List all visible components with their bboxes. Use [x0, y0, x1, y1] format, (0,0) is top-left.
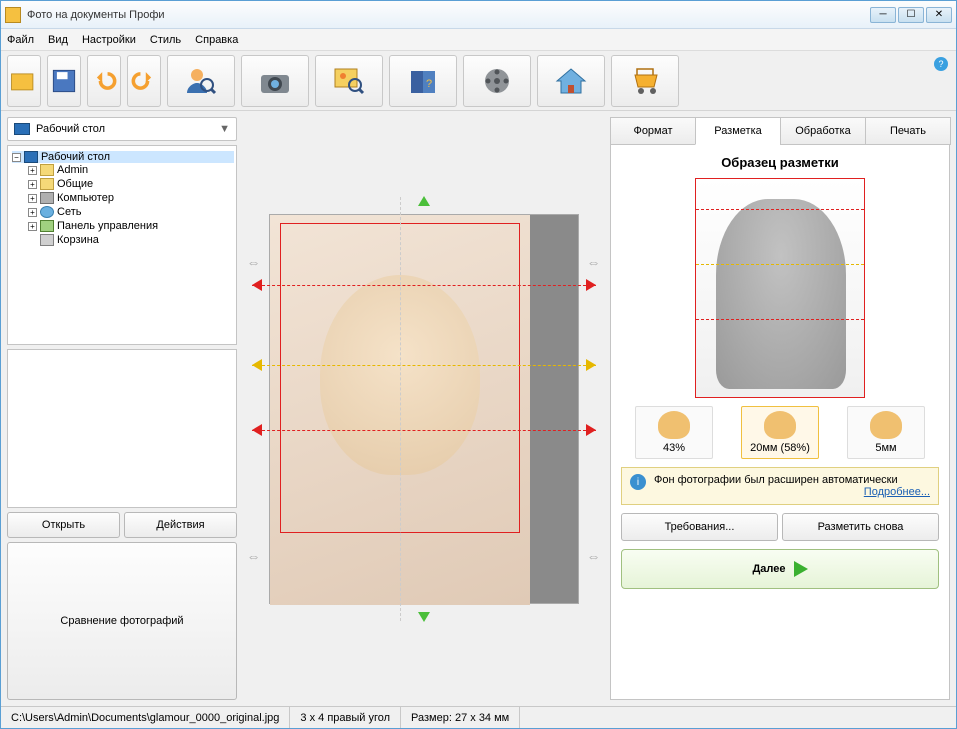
minimize-button[interactable]: ─: [870, 7, 896, 23]
toolbar-home-icon[interactable]: [537, 55, 605, 107]
guide-arrow-icon[interactable]: [586, 359, 596, 371]
toolbar-save-icon[interactable]: [47, 55, 81, 107]
menubar: Файл Вид Настройки Стиль Справка: [1, 29, 956, 51]
chevron-down-icon: ▼: [219, 123, 230, 135]
tree-root[interactable]: −Рабочий стол: [12, 151, 234, 163]
silhouette-icon: [716, 199, 846, 389]
sidebar: Рабочий стол ▼ −Рабочий стол +Admin +Общ…: [7, 117, 237, 700]
head-top-guide[interactable]: [252, 285, 596, 286]
tab-bar: Формат Разметка Обработка Печать: [610, 117, 950, 145]
guide-arrow-icon[interactable]: [586, 424, 596, 436]
toolbar-picture-search-icon[interactable]: [315, 55, 383, 107]
arrow-right-icon: [794, 561, 808, 577]
metric-head-ratio[interactable]: 43%: [635, 406, 713, 459]
toolbar-book-help-icon[interactable]: ?: [389, 55, 457, 107]
right-grip-icon[interactable]: ⇔: [587, 254, 601, 270]
toolbar-film-icon[interactable]: [463, 55, 531, 107]
titlebar: Фото на документы Профи ─ ☐ ✕: [1, 1, 956, 29]
right-panel: Формат Разметка Обработка Печать Образец…: [610, 117, 950, 700]
metric-face-height[interactable]: 20мм (58%): [741, 406, 819, 459]
next-button[interactable]: Далее: [621, 549, 939, 589]
bottom-crop-handle[interactable]: [418, 612, 430, 622]
editor-canvas-area: ⇔ ⇔ ⇔ ⇔: [243, 117, 604, 700]
eye-line-guide[interactable]: [252, 365, 596, 366]
guide-arrow-icon[interactable]: [252, 279, 262, 291]
menu-file[interactable]: Файл: [7, 34, 34, 46]
toolbar-cart-icon[interactable]: [611, 55, 679, 107]
window-title: Фото на документы Профи: [27, 9, 870, 21]
guide-arrow-icon[interactable]: [252, 359, 262, 371]
monitor-icon: [14, 123, 30, 135]
status-size: Размер: 27 x 34 мм: [401, 707, 520, 728]
tree-item-computer[interactable]: +Компьютер: [28, 192, 234, 204]
chin-guide[interactable]: [252, 430, 596, 431]
panel-heading: Образец разметки: [621, 155, 939, 170]
toolbar-undo-icon[interactable]: [87, 55, 121, 107]
info-more-link[interactable]: Подробнее...: [654, 486, 930, 498]
top-crop-handle[interactable]: [418, 196, 430, 206]
app-icon: [5, 7, 21, 23]
right-grip-icon[interactable]: ⇔: [587, 548, 601, 564]
maximize-button[interactable]: ☐: [898, 7, 924, 23]
compare-photos-button[interactable]: Сравнение фотографий: [7, 542, 237, 701]
toolbar-redo-icon[interactable]: [127, 55, 161, 107]
tree-item-admin[interactable]: +Admin: [28, 164, 234, 176]
thumbnail-preview: [7, 349, 237, 508]
tree-item-recycle-bin[interactable]: Корзина: [28, 234, 234, 246]
tree-item-control-panel[interactable]: +Панель управления: [28, 220, 234, 232]
main-body: Рабочий стол ▼ −Рабочий стол +Admin +Общ…: [1, 111, 956, 706]
toolbar-camera-icon[interactable]: [241, 55, 309, 107]
center-guide[interactable]: [400, 197, 401, 621]
svg-text:?: ?: [426, 78, 432, 90]
menu-style[interactable]: Стиль: [150, 34, 181, 46]
menu-view[interactable]: Вид: [48, 34, 68, 46]
menu-settings[interactable]: Настройки: [82, 34, 136, 46]
guide-arrow-icon[interactable]: [586, 279, 596, 291]
location-combo[interactable]: Рабочий стол ▼: [7, 117, 237, 141]
app-window: Фото на документы Профи ─ ☐ ✕ Файл Вид Н…: [0, 0, 957, 729]
info-banner: i Фон фотографии был расширен автоматиче…: [621, 467, 939, 505]
guide-arrow-icon[interactable]: [252, 424, 262, 436]
status-format: 3 x 4 правый угол: [290, 707, 401, 728]
toolbar: ? ?: [1, 51, 956, 111]
metric-top-margin[interactable]: 5мм: [847, 406, 925, 459]
photo-canvas[interactable]: [269, 214, 579, 604]
tab-process[interactable]: Обработка: [780, 117, 866, 145]
info-text: Фон фотографии был расширен автоматическ…: [654, 474, 898, 486]
close-button[interactable]: ✕: [926, 7, 952, 23]
status-path: C:\Users\Admin\Documents\glamour_0000_or…: [1, 707, 290, 728]
location-combo-label: Рабочий стол: [36, 123, 105, 135]
remark-button[interactable]: Разметить снова: [782, 513, 939, 541]
status-bar: C:\Users\Admin\Documents\glamour_0000_or…: [1, 706, 956, 728]
markup-sample: [695, 178, 865, 398]
toolbar-person-search-icon[interactable]: [167, 55, 235, 107]
tab-print[interactable]: Печать: [865, 117, 951, 145]
left-grip-icon[interactable]: ⇔: [247, 254, 261, 270]
tree-item-network[interactable]: +Сеть: [28, 206, 234, 218]
toolbar-help-icon[interactable]: ?: [934, 57, 948, 71]
tab-format[interactable]: Формат: [610, 117, 696, 145]
folder-tree[interactable]: −Рабочий стол +Admin +Общие +Компьютер +…: [7, 145, 237, 345]
requirements-button[interactable]: Требования...: [621, 513, 778, 541]
info-icon: i: [630, 474, 646, 490]
markup-panel: Образец разметки 43% 20мм (58%) 5мм i Фо…: [610, 145, 950, 700]
next-button-label: Далее: [752, 563, 785, 575]
tab-markup[interactable]: Разметка: [695, 117, 781, 145]
actions-button[interactable]: Действия: [124, 512, 237, 538]
left-grip-icon[interactable]: ⇔: [247, 548, 261, 564]
toolbar-open-icon[interactable]: [7, 55, 41, 107]
metrics-row: 43% 20мм (58%) 5мм: [621, 406, 939, 459]
open-button[interactable]: Открыть: [7, 512, 120, 538]
menu-help[interactable]: Справка: [195, 34, 238, 46]
tree-item-public[interactable]: +Общие: [28, 178, 234, 190]
